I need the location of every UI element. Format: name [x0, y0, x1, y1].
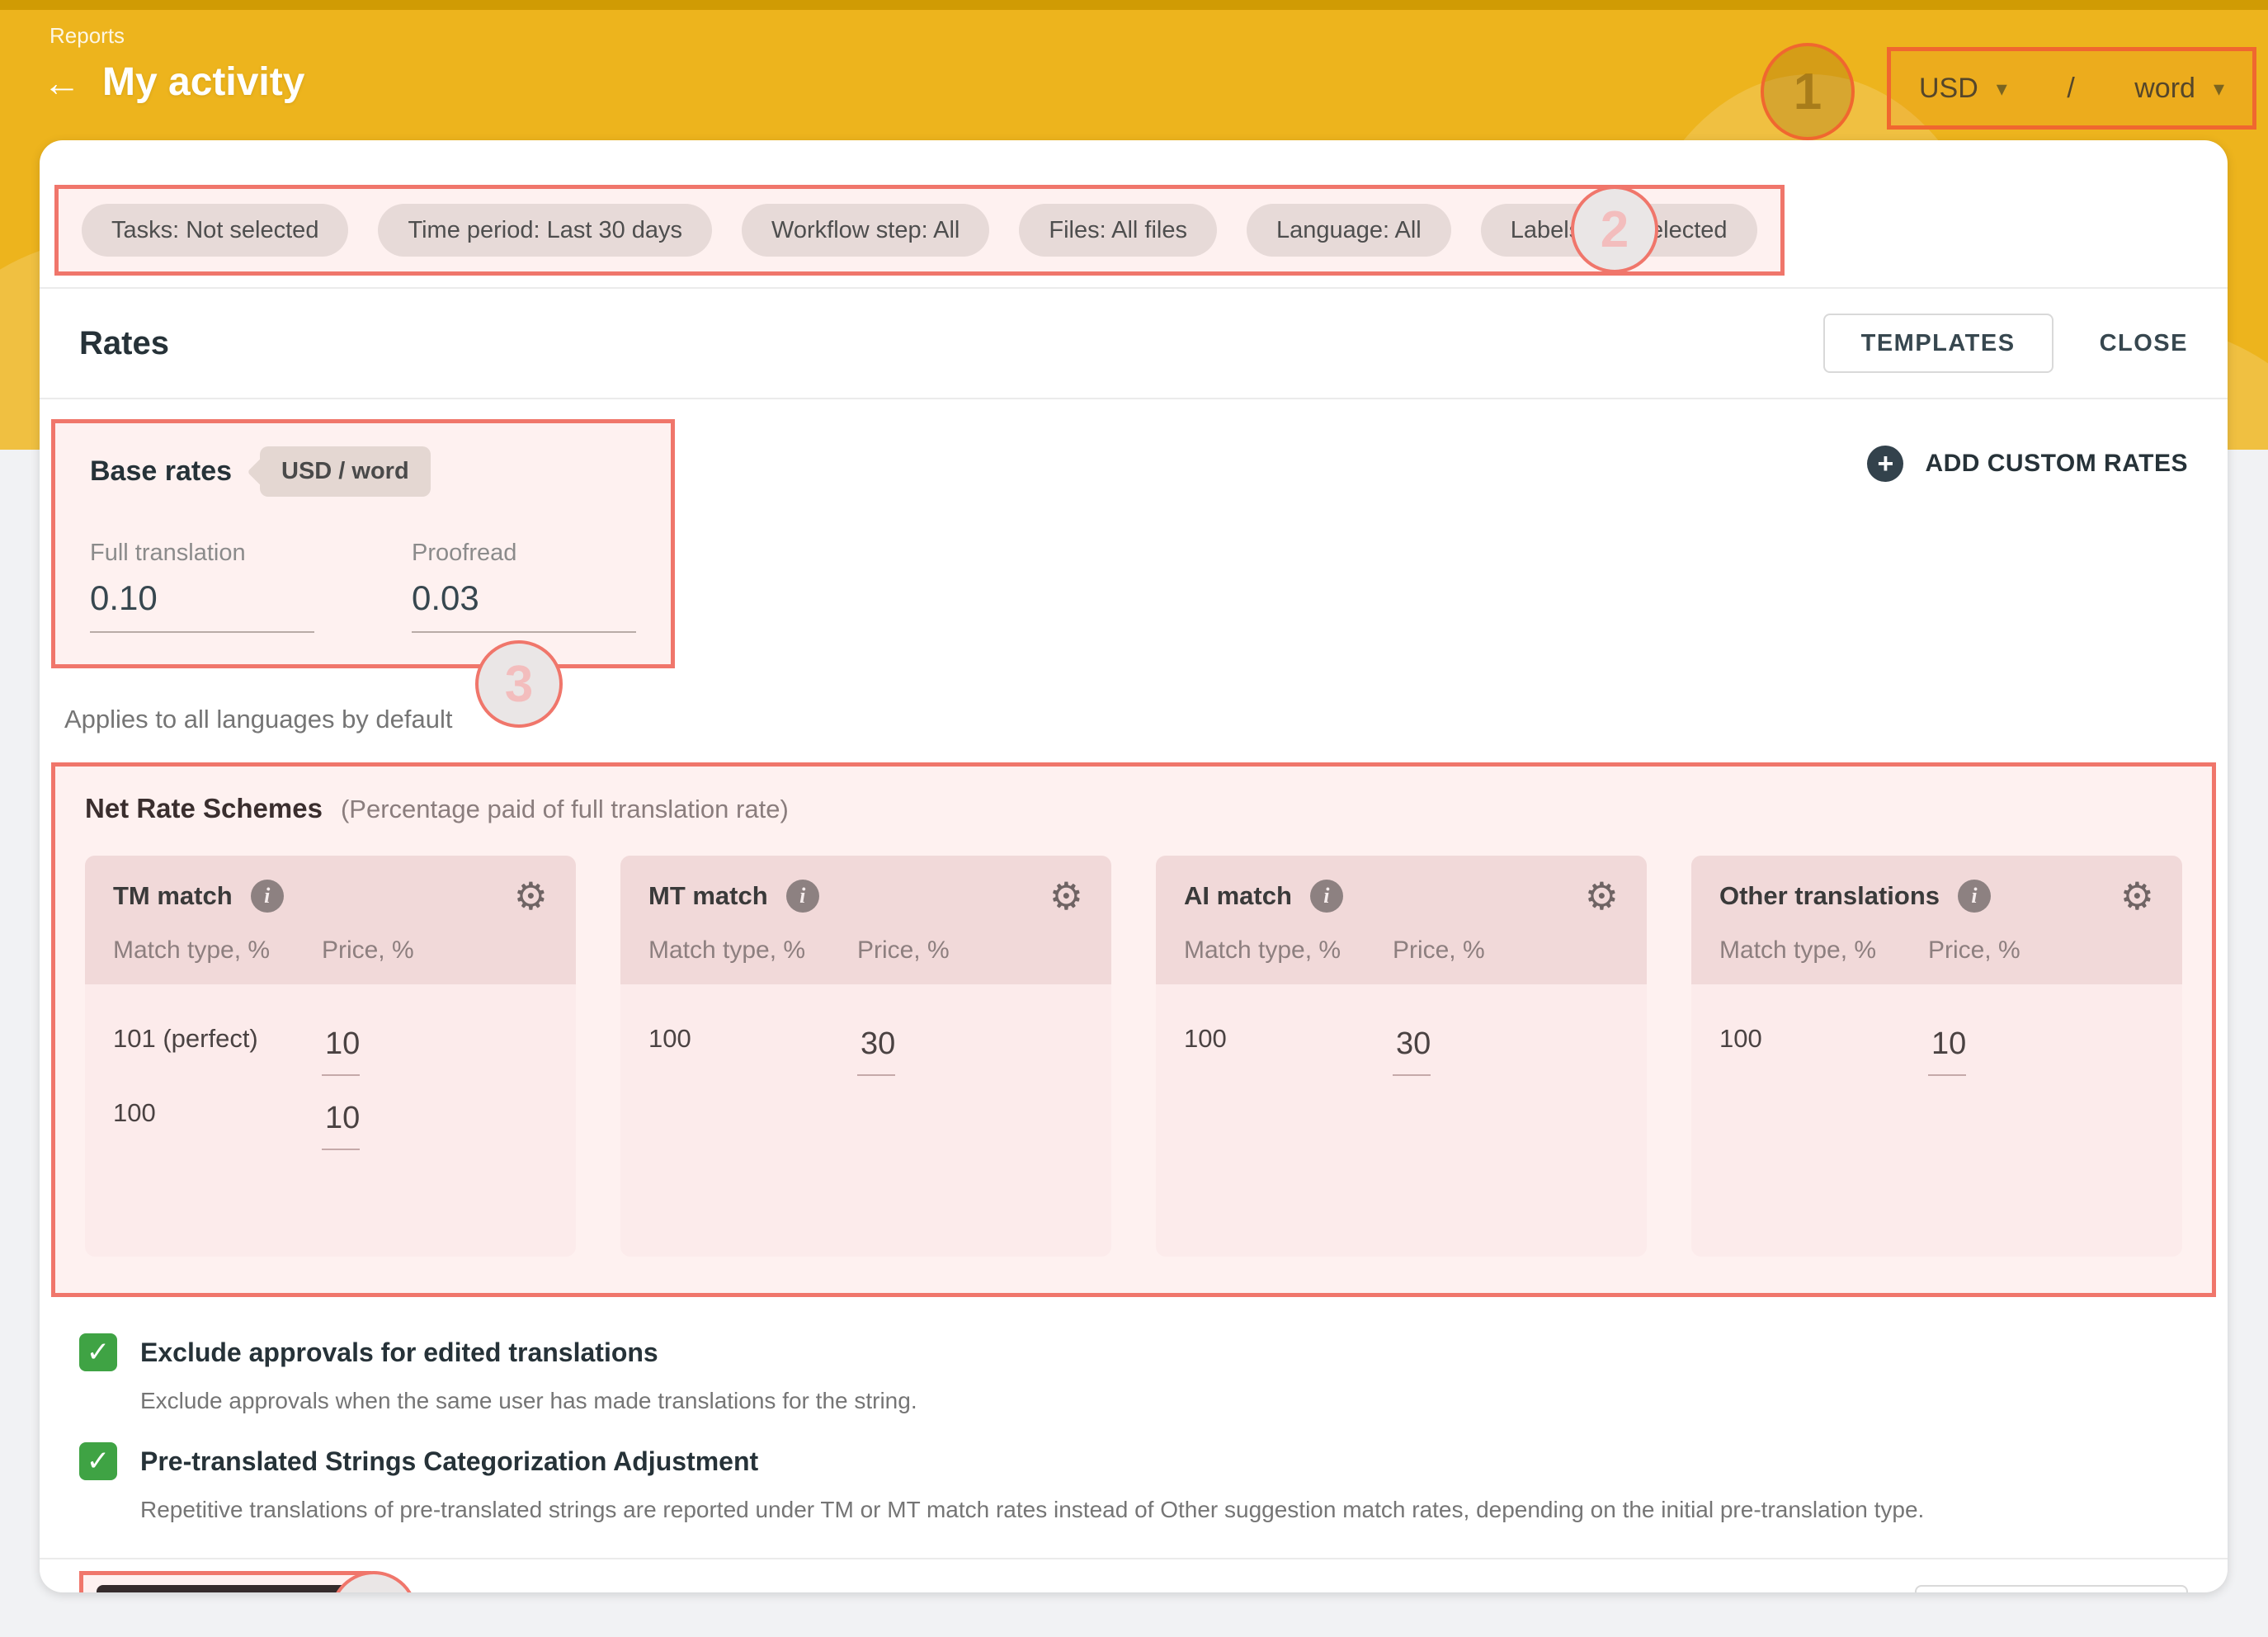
scheme-card-tm-match: TM match i ⚙ Match type, % Price, % 101 …: [85, 856, 576, 1257]
price-input[interactable]: 30: [1393, 1026, 1431, 1076]
match-type-column-label: Match type, %: [1184, 936, 1393, 965]
chevron-down-icon[interactable]: ▾: [1997, 76, 2007, 101]
gear-icon[interactable]: ⚙: [1049, 877, 1083, 915]
info-icon[interactable]: i: [786, 880, 819, 913]
rates-header-row: Rates TEMPLATES CLOSE: [40, 289, 2228, 398]
info-icon[interactable]: i: [251, 880, 284, 913]
match-type-column-label: Match type, %: [113, 936, 322, 965]
close-button[interactable]: CLOSE: [2100, 330, 2188, 357]
price-input[interactable]: 10: [322, 1026, 360, 1076]
gear-icon[interactable]: ⚙: [1585, 877, 1619, 915]
filter-chip-period[interactable]: Time period: Last 30 days: [378, 204, 712, 257]
proofread-field: Proofread 0.03: [412, 540, 636, 633]
annotation-circle-3: 3: [475, 640, 563, 728]
scheme-card-mt-match: MT match i ⚙ Match type, % Price, % 100 …: [620, 856, 1111, 1257]
option-description: Repetitive translations of pre-translate…: [140, 1497, 2188, 1523]
report-options: ✓ Exclude approvals for edited translati…: [40, 1297, 2228, 1523]
price-input[interactable]: 30: [857, 1026, 895, 1076]
info-icon[interactable]: i: [1310, 880, 1343, 913]
base-rates-note: Applies to all languages by default: [64, 705, 2228, 734]
generate-annotation-box: GENERATE ↓: [79, 1571, 371, 1592]
checkbox-row[interactable]: ✓ Pre-translated Strings Categorization …: [79, 1442, 2188, 1480]
back-arrow-icon[interactable]: ←: [43, 64, 81, 101]
filter-chip-tasks[interactable]: Tasks: Not selected: [82, 204, 348, 257]
base-rates-annotation-box: Base rates USD / word Full translation 0…: [51, 419, 675, 668]
match-type-value: 100: [113, 1098, 322, 1136]
match-type-value: 101 (perfect): [113, 1024, 322, 1062]
match-type-value: 100: [1184, 1024, 1393, 1062]
net-rate-schemes-annotation-box: Net Rate Schemes (Percentage paid of ful…: [51, 762, 2216, 1297]
annotation-circle-1: 1: [1761, 43, 1855, 140]
scheme-cards-row: TM match i ⚙ Match type, % Price, % 101 …: [85, 856, 2182, 1257]
info-icon[interactable]: i: [1958, 880, 1991, 913]
currency-value: USD: [1919, 73, 1978, 105]
proofread-label: Proofread: [412, 540, 636, 567]
rate-row: 100 10: [1719, 1024, 2154, 1062]
unit-value: word: [2134, 73, 2195, 105]
match-type-value: 100: [1719, 1024, 1928, 1062]
match-type-column-label: Match type, %: [648, 936, 857, 965]
match-type-column-label: Match type, %: [1719, 936, 1928, 965]
price-column-label: Price, %: [1393, 936, 1485, 965]
base-rates-currency-badge: USD / word: [260, 446, 431, 497]
price-input[interactable]: 10: [322, 1101, 360, 1150]
ai-match-title: AI match: [1184, 881, 1292, 911]
rate-row: 100 30: [1184, 1024, 1619, 1062]
filter-chip-workflow[interactable]: Workflow step: All: [742, 204, 989, 257]
net-rate-schemes-subtitle: (Percentage paid of full translation rat…: [341, 795, 789, 824]
option-pretranslated-adjustment: ✓ Pre-translated Strings Categorization …: [79, 1442, 2188, 1523]
option-description: Exclude approvals when the same user has…: [140, 1388, 2188, 1414]
filter-chip-language[interactable]: Language: All: [1247, 204, 1451, 257]
add-custom-rates-label: ADD CUSTOM RATES: [1925, 450, 2188, 478]
price-column-label: Price, %: [1928, 936, 2020, 965]
price-input[interactable]: 10: [1928, 1026, 1966, 1076]
price-column-label: Price, %: [322, 936, 414, 965]
chevron-down-icon[interactable]: ▾: [2214, 76, 2224, 101]
full-translation-input[interactable]: 0.10: [90, 578, 314, 633]
plus-icon: +: [1867, 446, 1903, 482]
rate-row: 100 30: [648, 1024, 1083, 1062]
scheme-card-ai-match: AI match i ⚙ Match type, % Price, % 100 …: [1156, 856, 1647, 1257]
rate-row: 101 (perfect) 10: [113, 1024, 548, 1062]
generate-button[interactable]: GENERATE ↓: [97, 1585, 354, 1592]
checkbox-row[interactable]: ✓ Exclude approvals for edited translati…: [79, 1333, 2188, 1371]
full-translation-field: Full translation 0.10: [90, 540, 314, 633]
base-rates-section: Base rates USD / word Full translation 0…: [40, 399, 2228, 734]
match-type-value: 100: [648, 1024, 857, 1062]
mt-match-title: MT match: [648, 881, 768, 911]
templates-button[interactable]: TEMPLATES: [1823, 314, 2053, 373]
currency-select[interactable]: USD ▾: [1919, 73, 2007, 105]
tm-match-title: TM match: [113, 881, 233, 911]
rate-row: 100 10: [113, 1098, 548, 1136]
option-label: Pre-translated Strings Categorization Ad…: [140, 1446, 758, 1477]
rates-panel: Tasks: Not selected Time period: Last 30…: [40, 140, 2228, 1592]
base-rates-title: Base rates: [90, 455, 232, 488]
panel-footer: GENERATE ↓ 4 UPDATE RATES: [40, 1559, 2228, 1592]
breadcrumb[interactable]: Reports: [50, 23, 125, 49]
gear-icon[interactable]: ⚙: [514, 877, 548, 915]
unit-select[interactable]: word ▾: [2134, 73, 2224, 105]
page-title-row: ← My activity: [43, 59, 304, 105]
rates-title: Rates: [79, 325, 169, 362]
update-rates-button[interactable]: UPDATE RATES: [1915, 1585, 2188, 1592]
option-label: Exclude approvals for edited translation…: [140, 1337, 658, 1368]
scheme-card-other-translations: Other translations i ⚙ Match type, % Pri…: [1691, 856, 2182, 1257]
other-translations-title: Other translations: [1719, 881, 1940, 911]
option-exclude-approvals: ✓ Exclude approvals for edited translati…: [79, 1333, 2188, 1414]
currency-unit-separator: /: [2007, 73, 2134, 105]
checkbox-checked-icon[interactable]: ✓: [79, 1442, 117, 1480]
net-rate-schemes-title: Net Rate Schemes: [85, 793, 323, 824]
gear-icon[interactable]: ⚙: [2120, 877, 2154, 915]
currency-unit-selector-annotation-box: USD ▾ / word ▾: [1887, 47, 2256, 130]
price-column-label: Price, %: [857, 936, 950, 965]
annotation-circle-2: 2: [1571, 186, 1658, 273]
filters-annotation-box: Tasks: Not selected Time period: Last 30…: [54, 185, 1785, 276]
page-title: My activity: [102, 59, 304, 105]
add-custom-rates-button[interactable]: + ADD CUSTOM RATES: [1867, 446, 2188, 482]
top-strip: [0, 0, 2268, 10]
full-translation-label: Full translation: [90, 540, 314, 567]
checkbox-checked-icon[interactable]: ✓: [79, 1333, 117, 1371]
filter-chip-files[interactable]: Files: All files: [1019, 204, 1217, 257]
proofread-input[interactable]: 0.03: [412, 578, 636, 633]
